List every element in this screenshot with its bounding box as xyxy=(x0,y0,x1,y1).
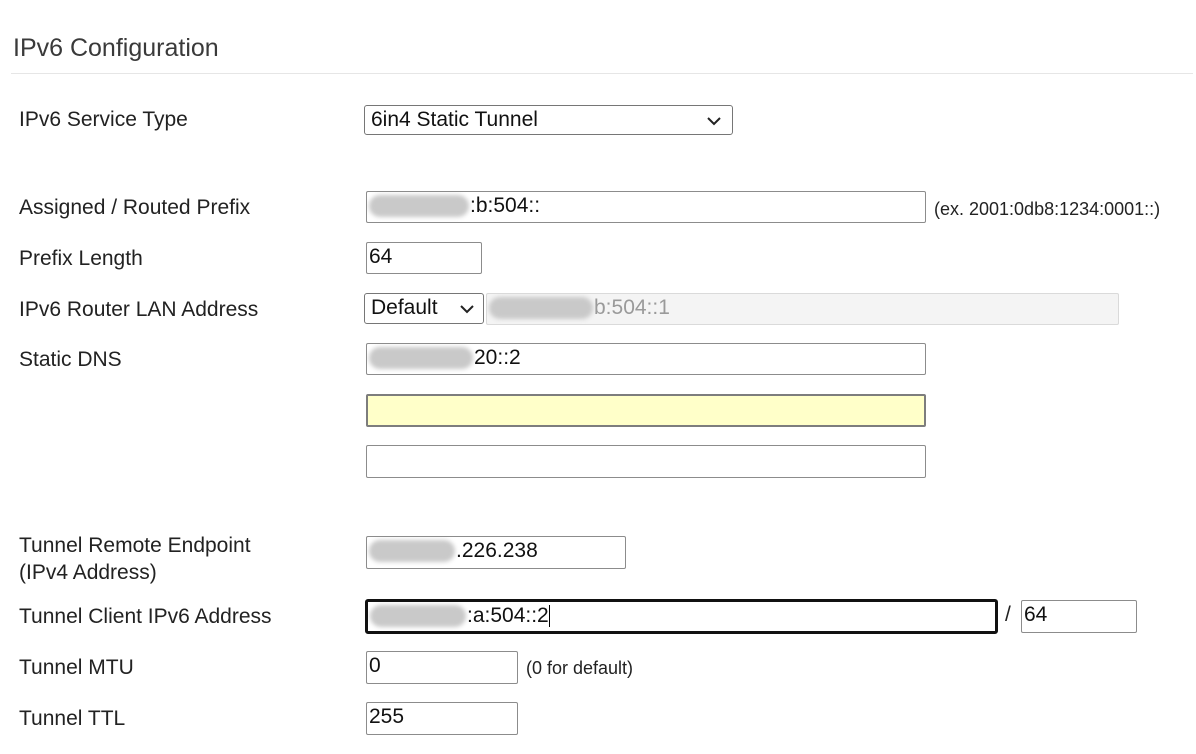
static-dns-1-input[interactable]: 20::2 xyxy=(366,343,926,375)
redacted-blur xyxy=(370,605,466,628)
prefix-value: :b:504:: xyxy=(470,194,541,217)
chevron-down-icon xyxy=(707,117,721,126)
static-dns-1-value: 20::2 xyxy=(474,346,521,369)
router-lan-mode-value: Default xyxy=(371,296,438,319)
tunnel-mtu-input[interactable]: 0 xyxy=(366,651,518,684)
tunnel-remote-label-line2: (IPv4 Address) xyxy=(19,561,157,584)
service-type-label: IPv6 Service Type xyxy=(19,108,188,131)
tunnel-ttl-value: 255 xyxy=(369,705,405,728)
prefix-length-label: Prefix Length xyxy=(19,247,143,270)
redacted-blur xyxy=(369,540,455,563)
tunnel-ttl-input[interactable]: 255 xyxy=(366,702,518,735)
service-type-value: 6in4 Static Tunnel xyxy=(371,108,538,131)
tunnel-remote-label-line1: Tunnel Remote Endpoint xyxy=(19,534,251,557)
tunnel-remote-value: .226.238 xyxy=(456,539,538,562)
router-lan-mode-select[interactable]: Default xyxy=(364,293,484,324)
prefix-length-value: 64 xyxy=(369,245,393,268)
tunnel-client-prefix-input[interactable]: 64 xyxy=(1021,600,1137,633)
static-dns-2-input[interactable] xyxy=(366,394,926,427)
static-dns-3-input[interactable] xyxy=(366,445,926,478)
redacted-blur xyxy=(369,195,469,218)
prefix-input[interactable]: :b:504:: xyxy=(366,191,926,223)
tunnel-mtu-hint: (0 for default) xyxy=(526,658,634,678)
tunnel-client-value: :a:504::2 xyxy=(467,604,549,627)
tunnel-ttl-label: Tunnel TTL xyxy=(19,707,126,730)
tunnel-mtu-label: Tunnel MTU xyxy=(19,656,134,679)
tunnel-remote-label: Tunnel Remote Endpoint (IPv4 Address) xyxy=(19,532,251,586)
tunnel-remote-input[interactable]: .226.238 xyxy=(366,536,626,569)
router-lan-address-input: b:504::1 xyxy=(486,293,1119,325)
section-divider xyxy=(11,73,1193,74)
prefix-label: Assigned / Routed Prefix xyxy=(19,196,251,219)
section-title: IPv6 Configuration xyxy=(13,34,219,62)
prefix-hint: (ex. 2001:0db8:1234:0001::) xyxy=(934,199,1161,219)
redacted-blur xyxy=(369,347,473,370)
service-type-select[interactable]: 6in4 Static Tunnel xyxy=(364,105,733,135)
router-lan-address-value: b:504::1 xyxy=(594,296,670,319)
static-dns-label: Static DNS xyxy=(19,348,122,371)
tunnel-client-input[interactable]: :a:504::2 xyxy=(365,599,998,634)
text-caret xyxy=(548,605,550,628)
tunnel-mtu-value: 0 xyxy=(369,654,381,677)
router-lan-label: IPv6 Router LAN Address xyxy=(19,298,259,321)
chevron-down-icon xyxy=(460,305,474,314)
tunnel-client-prefix-value: 64 xyxy=(1024,603,1048,626)
redacted-blur xyxy=(489,297,593,320)
prefix-length-input[interactable]: 64 xyxy=(366,242,482,274)
prefix-separator: / xyxy=(1005,603,1011,626)
tunnel-client-label: Tunnel Client IPv6 Address xyxy=(19,605,272,628)
